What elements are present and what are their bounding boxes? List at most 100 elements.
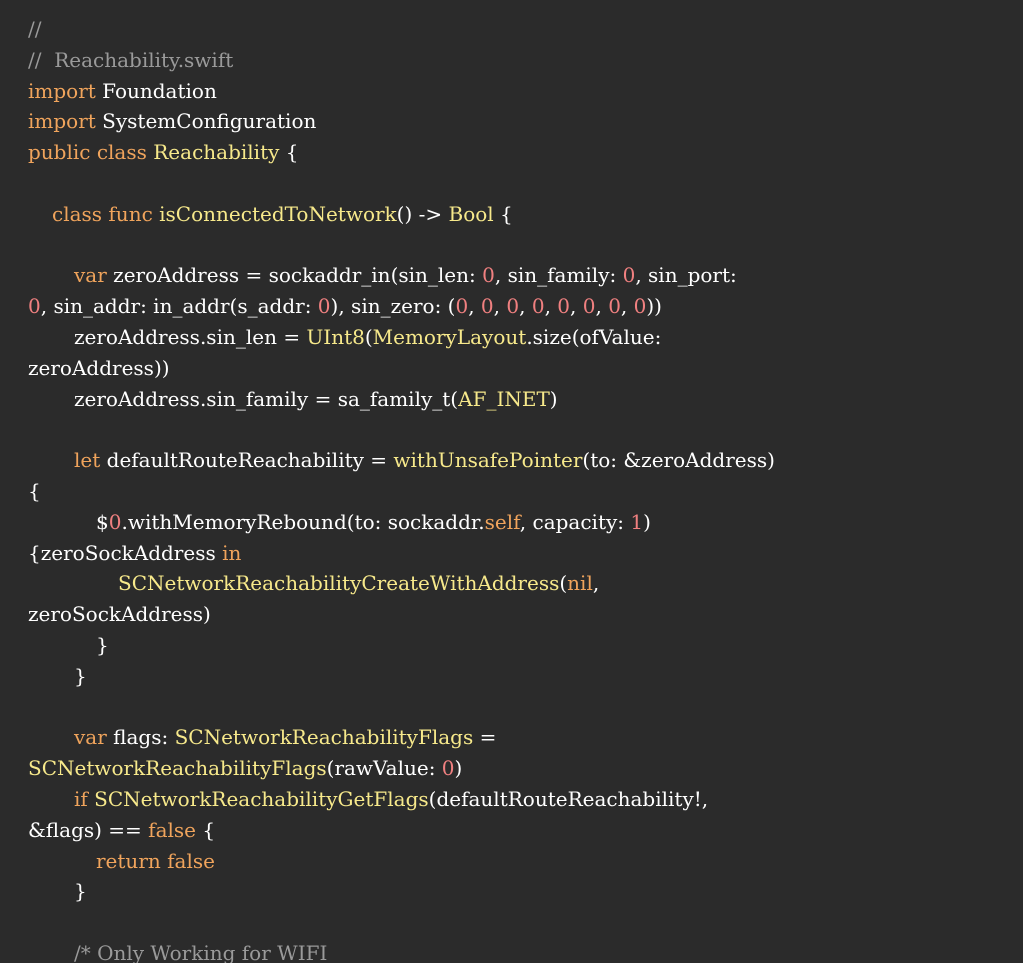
code-token-plain: ), sin_zero: (	[330, 294, 456, 319]
code-token-keyword: import	[28, 78, 96, 103]
code-token-plain: , sin_addr: in_addr(s_addr:	[40, 294, 318, 319]
code-token-keyword: self	[484, 509, 520, 534]
code-line: zeroAddress.sin_family = sa_family_t(AF_…	[0, 384, 1023, 415]
code-line: zeroAddress.sin_len = UInt8(MemoryLayout…	[0, 322, 1023, 353]
code-token-plain: ))	[646, 294, 662, 319]
code-token-plain: zeroSockAddress)	[28, 602, 211, 627]
code-token-number: 0	[608, 294, 621, 319]
code-token-plain: )	[643, 509, 651, 534]
code-line: }	[0, 630, 1023, 661]
code-line: //	[0, 14, 1023, 45]
code-token-keyword: public class	[28, 140, 147, 165]
code-token-number: 0	[441, 756, 455, 781]
code-line: let defaultRouteReachability = withUnsaf…	[0, 445, 1023, 476]
code-token-keyword: return false	[96, 848, 215, 873]
code-token-plain: &flags) ==	[28, 817, 149, 842]
code-token-type: isConnectedToNetwork	[159, 201, 397, 226]
code-line: return false	[0, 846, 1023, 877]
code-token-keyword: false	[148, 817, 196, 842]
code-line: SCNetworkReachabilityFlags(rawValue: 0)	[0, 753, 1023, 784]
code-token-type: Bool	[448, 201, 494, 226]
code-token-keyword: nil	[567, 571, 593, 596]
code-token-number: 0	[28, 294, 41, 319]
code-token-plain: defaultRouteReachability =	[100, 448, 394, 473]
code-token-plain: $	[96, 509, 109, 534]
code-token-plain: ,	[493, 294, 507, 319]
code-token-plain: .withMemoryRebound(to: sockaddr.	[121, 509, 485, 534]
code-token-number: 0	[455, 294, 469, 319]
code-token-plain: , capacity:	[519, 509, 631, 534]
code-token-plain: ,	[620, 294, 634, 319]
code-token-plain: }	[74, 879, 87, 904]
code-line: zeroSockAddress)	[0, 599, 1023, 630]
code-token-keyword: import	[28, 109, 96, 134]
code-token-number: 0	[108, 509, 122, 534]
code-token-number: 0	[317, 294, 331, 319]
code-token-plain: Foundation	[95, 78, 217, 103]
code-token-type: SCNetworkReachabilityCreateWithAddress	[118, 571, 560, 596]
code-token-plain: , sin_family:	[494, 263, 623, 288]
code-snippet: // // Reachability.swift import Foundation…	[0, 0, 1023, 963]
code-line: var flags: SCNetworkReachabilityFlags =	[0, 722, 1023, 753]
code-token-type: UInt8	[306, 324, 365, 349]
code-token-number: 0	[633, 294, 647, 319]
code-token-number: 0	[480, 294, 494, 319]
code-line: class func isConnectedToNetwork() -> Boo…	[0, 199, 1023, 230]
code-token-type: Reachability	[153, 140, 280, 165]
code-token-plain: , sin_port:	[635, 263, 737, 288]
code-token-keyword: if	[74, 786, 88, 811]
code-token-plain: .size(ofValue:	[526, 324, 662, 349]
code-token-number: 1	[630, 509, 644, 534]
code-line: SCNetworkReachabilityCreateWithAddress(n…	[0, 568, 1023, 599]
code-token-plain: (rawValue:	[326, 756, 442, 781]
code-line: var zeroAddress = sockaddr_in(sin_len: 0…	[0, 260, 1023, 291]
code-line: }	[0, 876, 1023, 907]
code-line: {	[0, 476, 1023, 507]
code-token-number: 0	[582, 294, 596, 319]
code-token-type: SCNetworkReachabilityGetFlags	[94, 786, 429, 811]
code-token-plain: zeroAddress.sin_family = sa_family_t(	[74, 386, 459, 411]
code-token-comment: //	[28, 17, 42, 41]
code-token-plain: zeroAddress))	[28, 355, 170, 380]
code-line: {zeroSockAddress in	[0, 538, 1023, 569]
code-token-plain: {	[279, 140, 299, 165]
code-token-plain: ,	[570, 294, 583, 319]
code-token-plain: ,	[595, 294, 609, 319]
code-line: if SCNetworkReachabilityGetFlags(default…	[0, 784, 1023, 815]
code-token-type: SCNetworkReachabilityFlags	[28, 756, 327, 781]
code-token-plain: ,	[519, 294, 532, 319]
code-token-plain: )	[454, 756, 463, 781]
code-token-comment: /* Only Working for WIFI	[74, 940, 328, 963]
code-token-plain: }	[74, 663, 87, 688]
code-token-plain: (defaultRouteReachability!,	[428, 786, 709, 811]
code-line: public class Reachability {	[0, 137, 1023, 168]
code-line: 0, sin_addr: in_addr(s_addr: 0), sin_zer…	[0, 291, 1023, 322]
code-token-plain: ,	[592, 571, 600, 596]
code-token-plain: (	[559, 571, 568, 596]
code-token-keyword: class func	[52, 201, 153, 226]
code-line: &flags) == false {	[0, 815, 1023, 846]
code-token-plain: ,	[468, 294, 481, 319]
code-token-plain: () ->	[396, 201, 449, 226]
code-token-keyword: var	[74, 263, 107, 288]
code-token-plain: zeroAddress = sockaddr_in(sin_len:	[106, 263, 483, 288]
code-token-type: AF_INET	[458, 386, 550, 411]
code-line: $0.withMemoryRebound(to: sockaddr.self, …	[0, 507, 1023, 538]
code-line: }	[0, 661, 1023, 692]
code-token-number: 0	[482, 263, 495, 288]
code-token-comment: // Reachability.swift	[28, 47, 234, 72]
code-token-plain: {zeroSockAddress	[28, 540, 223, 565]
code-token-keyword: let	[74, 448, 101, 473]
code-line: /* Only Working for WIFI	[0, 938, 1023, 963]
code-token-type: withUnsafePointer	[393, 448, 583, 473]
code-line: zeroAddress))	[0, 353, 1023, 384]
code-token-number: 0	[557, 294, 571, 319]
code-token-number: 0	[506, 294, 520, 319]
code-token-plain: (	[364, 324, 373, 349]
code-token-plain: SystemConfiguration	[95, 109, 317, 134]
code-token-keyword: var	[74, 725, 107, 750]
code-token-type: SCNetworkReachabilityFlags	[174, 725, 474, 750]
